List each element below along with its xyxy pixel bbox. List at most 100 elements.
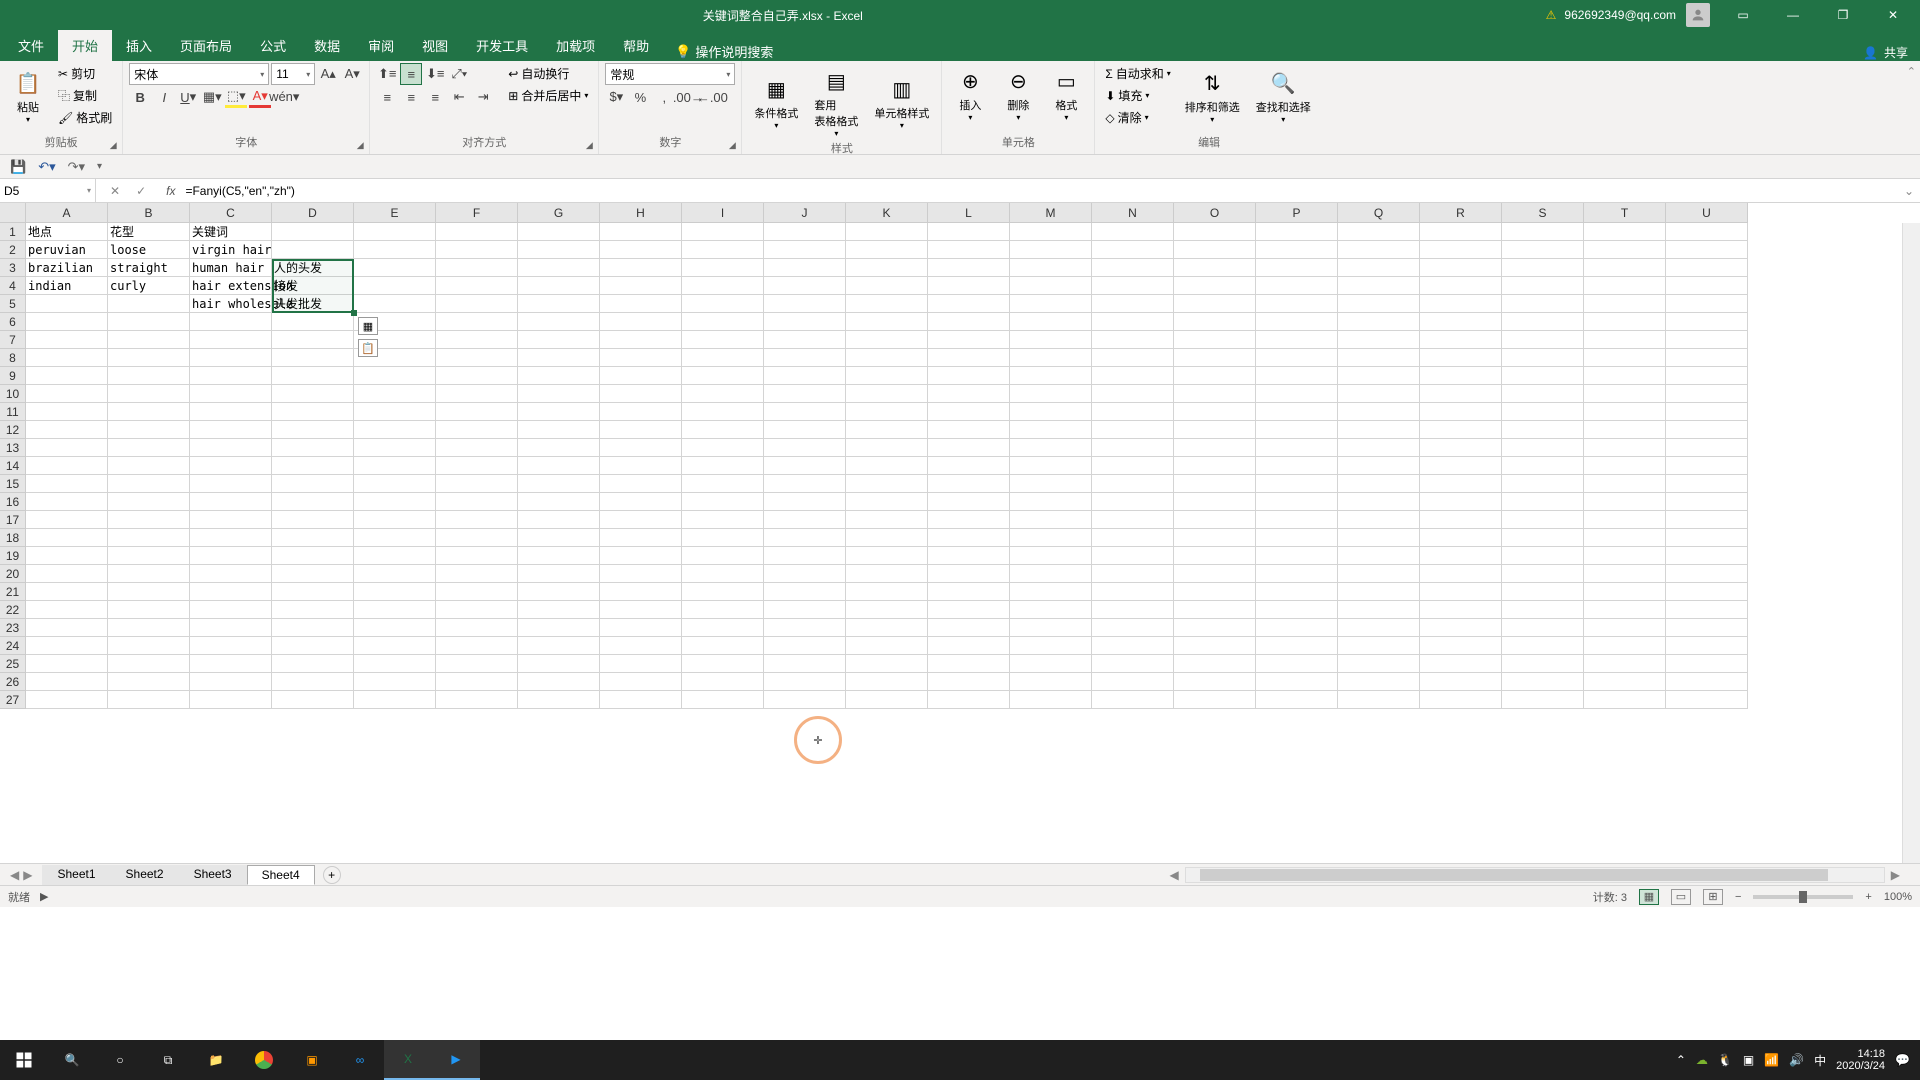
cell[interactable] xyxy=(518,673,600,691)
cell[interactable] xyxy=(682,295,764,313)
cell[interactable] xyxy=(354,637,436,655)
cell[interactable] xyxy=(518,385,600,403)
cell[interactable]: indian xyxy=(26,277,108,295)
cell[interactable] xyxy=(1256,511,1338,529)
cell[interactable] xyxy=(436,421,518,439)
cell[interactable] xyxy=(26,565,108,583)
cell[interactable] xyxy=(1256,439,1338,457)
cell[interactable] xyxy=(354,277,436,295)
cell[interactable] xyxy=(1010,421,1092,439)
cell[interactable] xyxy=(190,655,272,673)
cell[interactable] xyxy=(354,493,436,511)
cell[interactable] xyxy=(764,295,846,313)
cell[interactable] xyxy=(26,511,108,529)
cell[interactable] xyxy=(928,547,1010,565)
screenshot-icon[interactable]: ▣ xyxy=(1743,1053,1754,1067)
cell[interactable] xyxy=(928,367,1010,385)
cell[interactable] xyxy=(518,349,600,367)
zoom-out-button[interactable]: − xyxy=(1735,891,1741,903)
cell[interactable] xyxy=(1174,511,1256,529)
cell[interactable] xyxy=(354,529,436,547)
cell[interactable] xyxy=(764,493,846,511)
cell[interactable] xyxy=(846,475,928,493)
cell[interactable] xyxy=(764,619,846,637)
excel-button[interactable]: X xyxy=(384,1040,432,1080)
cell[interactable] xyxy=(436,529,518,547)
cell[interactable] xyxy=(354,583,436,601)
cell[interactable] xyxy=(1338,511,1420,529)
cell[interactable] xyxy=(1584,313,1666,331)
cell[interactable] xyxy=(928,655,1010,673)
cell[interactable] xyxy=(1502,583,1584,601)
cell[interactable] xyxy=(1584,637,1666,655)
restore-icon[interactable]: ❐ xyxy=(1820,0,1866,30)
row-header[interactable]: 14 xyxy=(0,457,26,475)
cell[interactable] xyxy=(1584,619,1666,637)
cell[interactable] xyxy=(436,583,518,601)
cell[interactable] xyxy=(1420,313,1502,331)
cell[interactable] xyxy=(600,619,682,637)
cell[interactable] xyxy=(1256,691,1338,709)
fill-handle[interactable] xyxy=(351,310,357,316)
cell[interactable] xyxy=(1502,367,1584,385)
cell[interactable] xyxy=(190,421,272,439)
cell[interactable] xyxy=(1010,367,1092,385)
cell[interactable] xyxy=(1010,223,1092,241)
cell[interactable] xyxy=(272,331,354,349)
cell[interactable] xyxy=(1338,583,1420,601)
cell[interactable] xyxy=(518,637,600,655)
cell[interactable] xyxy=(1420,565,1502,583)
cell[interactable] xyxy=(1010,637,1092,655)
cell[interactable] xyxy=(518,547,600,565)
cell[interactable] xyxy=(682,403,764,421)
cell[interactable] xyxy=(354,403,436,421)
cell[interactable] xyxy=(1256,295,1338,313)
cell[interactable] xyxy=(1666,277,1748,295)
hscroll-next-icon[interactable]: ▶ xyxy=(1891,868,1900,882)
cell[interactable] xyxy=(108,583,190,601)
sort-filter-button[interactable]: ⇅排序和筛选▾ xyxy=(1179,63,1246,128)
cell[interactable] xyxy=(354,421,436,439)
cell[interactable]: brazilian xyxy=(26,259,108,277)
cell[interactable] xyxy=(272,349,354,367)
cell[interactable] xyxy=(1256,493,1338,511)
cell[interactable] xyxy=(1174,565,1256,583)
cell[interactable] xyxy=(1502,691,1584,709)
cell[interactable] xyxy=(846,601,928,619)
cell[interactable] xyxy=(1502,331,1584,349)
cell-styles-button[interactable]: ▥单元格样式▾ xyxy=(868,63,935,140)
cell[interactable] xyxy=(1420,619,1502,637)
cell[interactable] xyxy=(1420,277,1502,295)
user-email[interactable]: 962692349@qq.com xyxy=(1564,8,1676,22)
row-header[interactable]: 15 xyxy=(0,475,26,493)
col-header[interactable]: I xyxy=(682,203,764,223)
row-header[interactable]: 1 xyxy=(0,223,26,241)
cell[interactable] xyxy=(108,673,190,691)
tab-layout[interactable]: 页面布局 xyxy=(166,30,246,61)
cell[interactable] xyxy=(1174,637,1256,655)
cell[interactable] xyxy=(846,241,928,259)
row-header[interactable]: 18 xyxy=(0,529,26,547)
cell[interactable] xyxy=(1256,259,1338,277)
orientation-button[interactable]: ⤢▾ xyxy=(448,63,470,85)
cell[interactable] xyxy=(682,277,764,295)
cell[interactable] xyxy=(1010,655,1092,673)
cell[interactable]: curly xyxy=(108,277,190,295)
cell[interactable]: human hair xyxy=(190,259,272,277)
sheet-tab[interactable]: Sheet3 xyxy=(179,865,247,885)
row-header[interactable]: 11 xyxy=(0,403,26,421)
cell[interactable] xyxy=(1092,493,1174,511)
cell[interactable] xyxy=(518,421,600,439)
cell[interactable] xyxy=(1666,367,1748,385)
cell[interactable] xyxy=(354,601,436,619)
cell[interactable] xyxy=(190,601,272,619)
indent-dec-button[interactable]: ⇤ xyxy=(448,86,470,108)
cell[interactable] xyxy=(190,403,272,421)
cell[interactable] xyxy=(928,259,1010,277)
insert-cells-button[interactable]: ⊕插入▾ xyxy=(948,63,992,124)
col-header[interactable]: C xyxy=(190,203,272,223)
cell[interactable] xyxy=(1338,349,1420,367)
painter-button[interactable]: 🖌格式刷 xyxy=(54,107,116,128)
cell[interactable] xyxy=(846,421,928,439)
cell[interactable]: loose xyxy=(108,241,190,259)
